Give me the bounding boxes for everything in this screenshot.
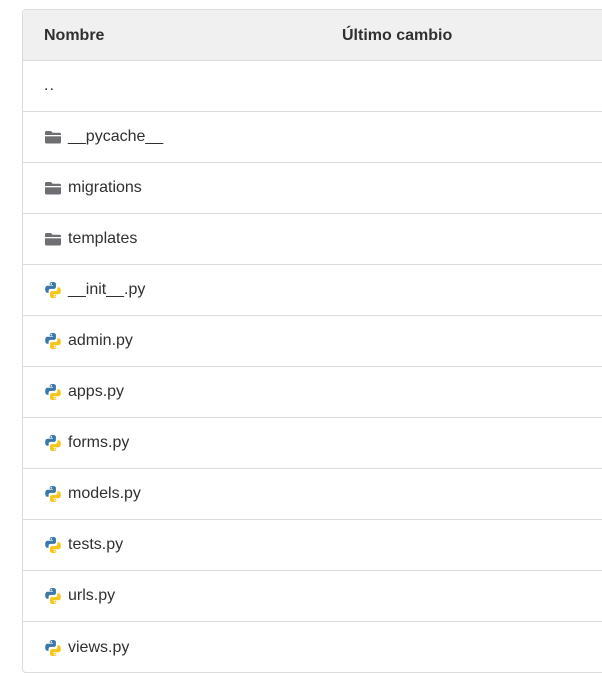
column-header-name: Nombre (44, 27, 105, 44)
file-name-link[interactable]: views.py (68, 639, 129, 657)
file-name-link[interactable]: apps.py (68, 383, 124, 401)
file-tree-table: Nombre Último cambio .. __pycache__ migr… (22, 9, 602, 673)
python-file-icon (44, 536, 62, 554)
folder-row[interactable]: migrations (23, 163, 602, 214)
file-name-link[interactable]: tests.py (68, 536, 123, 554)
file-name-link[interactable]: __init__.py (68, 281, 145, 299)
file-row[interactable]: admin.py (23, 316, 602, 367)
folder-name-link[interactable]: migrations (68, 179, 142, 197)
python-file-icon (44, 434, 62, 452)
python-file-icon (44, 587, 62, 605)
folder-icon (44, 128, 62, 146)
file-name-link[interactable]: forms.py (68, 434, 129, 452)
file-name-link[interactable]: urls.py (68, 587, 115, 605)
table-header: Nombre Último cambio (23, 10, 602, 61)
file-name-link[interactable]: models.py (68, 485, 141, 503)
python-file-icon (44, 639, 62, 657)
parent-directory-row[interactable]: .. (23, 61, 602, 112)
folder-icon (44, 230, 62, 248)
file-row[interactable]: urls.py (23, 571, 602, 622)
parent-directory-link[interactable]: .. (44, 77, 55, 95)
folder-row[interactable]: templates (23, 214, 602, 265)
folder-name-link[interactable]: __pycache__ (68, 128, 163, 146)
file-row[interactable]: __init__.py (23, 265, 602, 316)
file-row[interactable]: apps.py (23, 367, 602, 418)
column-header-last-change: Último cambio (342, 27, 453, 44)
folder-icon (44, 179, 62, 197)
file-row[interactable]: views.py (23, 622, 602, 672)
file-row[interactable]: models.py (23, 469, 602, 520)
python-file-icon (44, 383, 62, 401)
folder-row[interactable]: __pycache__ (23, 112, 602, 163)
file-row[interactable]: forms.py (23, 418, 602, 469)
python-file-icon (44, 332, 62, 350)
python-file-icon (44, 485, 62, 503)
folder-name-link[interactable]: templates (68, 230, 137, 248)
file-row[interactable]: tests.py (23, 520, 602, 571)
file-name-link[interactable]: admin.py (68, 332, 133, 350)
python-file-icon (44, 281, 62, 299)
